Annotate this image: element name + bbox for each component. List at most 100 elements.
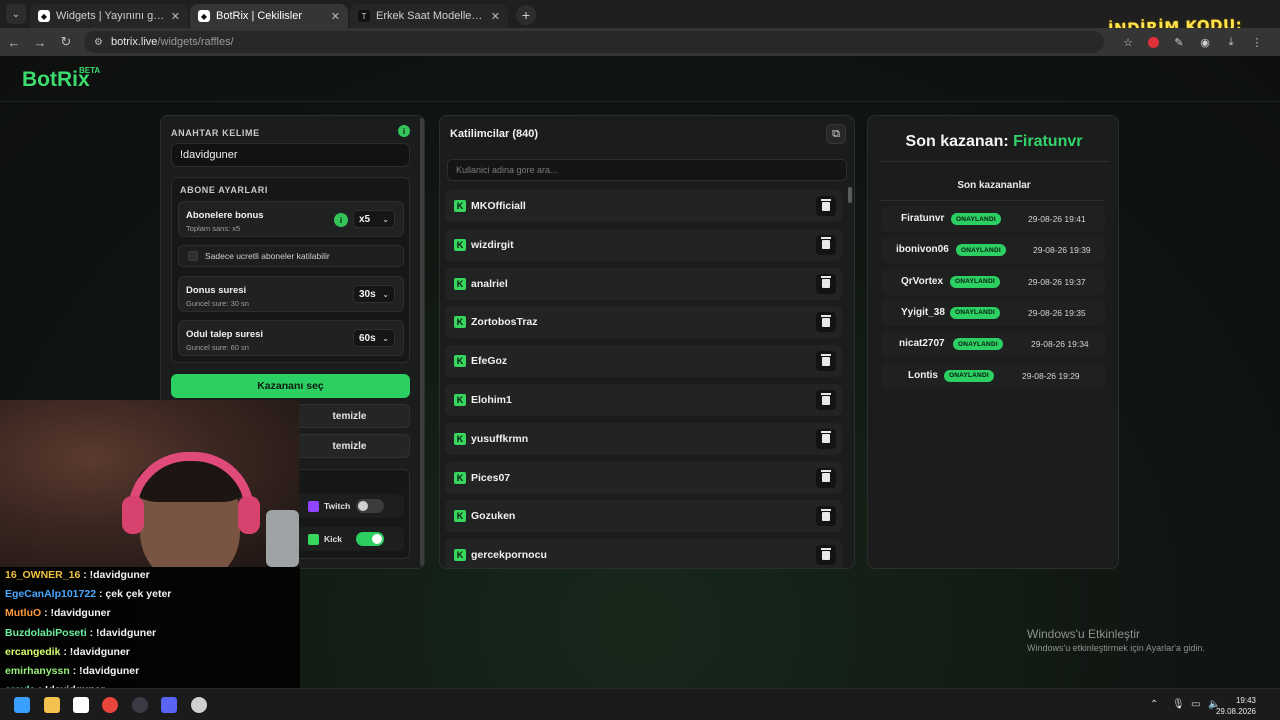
winner-time: 29-08-26 19:41 — [1028, 214, 1086, 224]
delete-button[interactable] — [816, 467, 836, 488]
confirmed-badge: ONAYLANDI — [956, 244, 1006, 257]
last-winner-name: Firatunvr — [1013, 133, 1083, 150]
site-info-icon[interactable]: ⚙ — [94, 37, 103, 48]
chat-text: !davidguner — [69, 645, 130, 658]
platform-name: Twitch — [324, 501, 351, 511]
select-value: x5 — [359, 213, 371, 225]
kick-icon: K — [454, 316, 466, 329]
delete-button[interactable] — [816, 312, 836, 333]
new-tab-button[interactable]: + — [516, 5, 536, 25]
participants-panel: Katilimcilar (840) ⧉ K MKOfficiall Kwizdir… — [439, 115, 855, 569]
toggle-knob — [358, 501, 368, 511]
claim-time-subtitle: Guncel sure: 60 sn — [186, 343, 249, 352]
chat-separator: : — [80, 569, 90, 581]
chat-overlay: 16_OWNER_16 : !davidguner EgeCanAlp101722… — [0, 567, 300, 701]
trash-icon — [821, 547, 831, 560]
kick-toggle[interactable] — [356, 532, 384, 546]
participant-name: Elohim1 — [471, 394, 512, 406]
reload-icon[interactable]: ↻ — [54, 34, 78, 50]
beta-badge: BETA — [79, 66, 101, 75]
chrome-icon[interactable] — [102, 697, 118, 713]
taskbar-clock[interactable]: 19:43 29.08.2026 — [1216, 695, 1256, 717]
browser-tab-widgets[interactable]: ◆ Widgets | Yayınını güçlendirmek ✕ — [30, 4, 188, 28]
forward-icon[interactable]: → — [28, 35, 52, 50]
network-icon[interactable]: ▭ — [1191, 699, 1200, 710]
browser-tab-watches[interactable]: T Erkek Saat Modelleri ve Fiyatları ✕ — [350, 4, 508, 28]
select-value: 60s — [359, 332, 376, 344]
select-value: 30s — [359, 288, 376, 300]
copy-icon[interactable]: ⧉ — [826, 124, 846, 144]
duration-row: Donus suresi Guncel sure: 30 sn 30s ⌄ — [178, 276, 404, 312]
windows-start-icon[interactable] — [14, 697, 30, 713]
paid-only-checkbox[interactable] — [188, 251, 198, 261]
browser-tab-bar: ⌄ ◆ Widgets | Yayınını güçlendirmek ✕ ◆ … — [0, 0, 1280, 28]
menu-kebab-icon[interactable]: ⋮ — [1251, 36, 1263, 49]
address-bar: ← → ↻ ⚙ botrix.live/widgets/raffles/ ☆ ✎… — [0, 28, 1280, 56]
delete-button[interactable] — [816, 428, 836, 449]
participant-name: wizdirgit — [471, 238, 514, 251]
chevron-up-icon[interactable]: ⌃ — [1150, 699, 1158, 710]
kick-icon: K — [454, 277, 466, 290]
delete-button[interactable] — [816, 273, 836, 294]
headset-earcup — [122, 496, 144, 534]
microphone-icon[interactable]: 🎙 — [1172, 699, 1185, 710]
claim-time-title: Odul talep suresi — [186, 329, 264, 340]
last-winner-prefix: Son kazanan: — [905, 133, 1009, 150]
file-explorer-icon[interactable] — [44, 697, 60, 713]
microphone-icon — [266, 510, 299, 567]
tab-close-icon[interactable]: ✕ — [331, 10, 340, 23]
paid-only-checkbox-row[interactable]: Sadece ucretli aboneler katilabilir — [178, 245, 404, 267]
obs-icon[interactable] — [132, 697, 148, 713]
paid-only-label: Sadece ucretli aboneler katilabilir — [205, 251, 330, 261]
tab-close-icon[interactable]: ✕ — [491, 10, 500, 23]
extension-puzzle-icon[interactable]: ✎ — [1173, 36, 1185, 49]
chat-message: 16_OWNER_16 : !davidguner — [5, 569, 150, 581]
participants-scrollbar[interactable] — [848, 187, 852, 203]
winner-name: Yyigit_38 — [901, 306, 945, 318]
duration-select[interactable]: 30s ⌄ — [353, 285, 395, 303]
chat-separator: : — [41, 607, 51, 620]
profile-icon[interactable]: ◉ — [1199, 36, 1211, 49]
back-icon[interactable]: ← — [2, 35, 26, 50]
delete-button[interactable] — [816, 196, 836, 216]
claim-time-select[interactable]: 60s ⌄ — [353, 329, 395, 347]
pick-winner-button[interactable]: Kazananı seç — [171, 374, 410, 398]
tab-search-icon[interactable]: ⌄ — [6, 4, 26, 24]
toggle-knob — [372, 534, 382, 544]
info-icon[interactable]: i — [398, 125, 410, 137]
app-icon[interactable] — [191, 697, 207, 713]
extension-icon[interactable] — [1148, 36, 1159, 48]
recent-winner-row: QrVortex ONAYLANDI 29-08-26 19:37 — [881, 268, 1105, 295]
url-input[interactable]: ⚙ botrix.live/widgets/raffles/ — [84, 31, 1104, 53]
info-icon[interactable]: i — [334, 213, 348, 227]
delete-button[interactable] — [816, 234, 836, 255]
store-icon[interactable] — [73, 697, 89, 713]
chat-text: !davidguner — [79, 665, 140, 677]
participant-search-input[interactable] — [447, 159, 847, 181]
browser-tab-raffles[interactable]: ◆ BotRix | Cekilisler ✕ — [190, 4, 348, 28]
subscriber-bonus-select[interactable]: x5 ⌄ — [353, 210, 395, 228]
chat-username: 16_OWNER_16 — [5, 569, 81, 581]
tab-close-icon[interactable]: ✕ — [171, 10, 180, 23]
settings-scrollbar[interactable] — [420, 118, 424, 566]
kick-icon: K — [454, 432, 466, 445]
delete-button[interactable] — [816, 506, 836, 527]
winner-name: QrVortex — [901, 275, 944, 287]
twitch-toggle[interactable] — [356, 499, 384, 513]
chat-text: !davidguner — [50, 607, 111, 620]
winner-time: 29-08-26 19:37 — [1028, 276, 1086, 287]
chat-separator: : — [60, 645, 70, 658]
participant-row: K MKOfficiall — [445, 190, 842, 222]
bookmark-star-icon[interactable]: ☆ — [1122, 36, 1134, 49]
download-icon[interactable]: ⤓ — [1225, 36, 1237, 48]
keyword-input[interactable]: !davidguner — [171, 143, 410, 167]
chat-username: EgeCanAlp101722 — [5, 588, 97, 601]
kick-icon: K — [454, 355, 466, 368]
delete-button[interactable] — [816, 390, 836, 410]
delete-button[interactable] — [816, 545, 836, 566]
discord-icon[interactable] — [161, 697, 177, 713]
site-header: BotRix BETA — [0, 56, 1280, 102]
confirmed-badge: ONAYLANDI — [953, 338, 1003, 351]
confirmed-badge: ONAYLANDI — [944, 369, 994, 382]
delete-button[interactable] — [816, 351, 836, 372]
